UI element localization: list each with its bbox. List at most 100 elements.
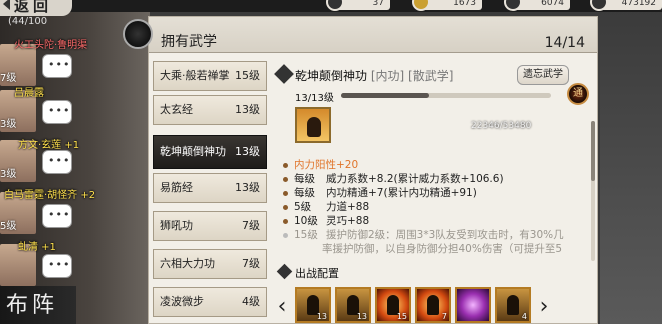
background-right — [600, 0, 662, 324]
character-icon — [427, 295, 439, 315]
forget-skill-button[interactable]: 遗忘武学 — [517, 65, 569, 85]
skill-list-item[interactable]: 大乘·般若禅掌 15级 — [153, 61, 267, 91]
bullet-icon — [283, 190, 288, 196]
skill-list-item-selected[interactable]: 乾坤颠倒神功 13级 — [153, 135, 267, 169]
member-level: 3级 — [0, 169, 17, 180]
resource-2: 1673 — [412, 0, 482, 11]
team-count: (44/100 — [8, 16, 48, 27]
skill-title: 乾坤颠倒神功 [内功] [散武学] — [295, 67, 453, 84]
scrollbar[interactable] — [591, 121, 595, 261]
chevron-right-icon[interactable]: › — [537, 293, 551, 323]
resource-3: 6074 — [504, 0, 570, 11]
chevron-left-icon[interactable]: ‹ — [275, 293, 289, 323]
attribute-level: 15级 — [294, 229, 318, 241]
skill-name: 太玄经 — [160, 103, 193, 116]
attribute-row-continued: 率援护防御，以自身防御分担40%伤害（可提升至5 — [322, 241, 562, 256]
attribute-level: 5级 — [294, 201, 312, 213]
formation-button[interactable]: 布阵 — [0, 286, 76, 324]
attribute-row: 内力阳性+20 — [283, 157, 358, 172]
diamond-toggle-icon[interactable] — [276, 263, 293, 280]
exp-progress-bar: 22346/53480 — [341, 93, 551, 131]
chat-icon[interactable] — [42, 254, 72, 278]
skill-image — [295, 107, 331, 143]
skill-level: 13级 — [235, 181, 260, 194]
skill-name: 狮吼功 — [160, 219, 193, 232]
attribute-row: 每级 内功精通+7(累计内功精通+91) — [283, 185, 477, 200]
member-level: 3级 — [0, 119, 17, 130]
skill-level: 13级 — [235, 145, 260, 158]
back-label: 返回 — [14, 0, 53, 15]
attribute-text: 率援护防御，以自身防御分担40%伤害（可提升至5 — [322, 243, 563, 255]
skill-level: 13级 — [235, 103, 260, 116]
skill-tags: [内功] [散武学] — [370, 69, 454, 83]
attribute-level: 10级 — [294, 215, 318, 227]
attribute-row: 10级 灵巧+88 — [283, 213, 369, 228]
skill-list-item[interactable]: 六相大力功 7级 — [153, 249, 267, 279]
skill-level: 4级 — [242, 295, 260, 308]
chat-icon[interactable] — [42, 54, 72, 78]
deploy-config-label: 出战配置 — [295, 267, 339, 280]
character-icon — [507, 295, 519, 315]
back-button[interactable]: 返回 — [0, 0, 72, 16]
attribute-text: 内功精通+7(累计内功精通+91) — [326, 187, 477, 199]
panel-title: 拥有武学 — [161, 34, 217, 50]
transcend-icon[interactable]: 通 — [567, 83, 589, 105]
member-level: 7级 — [0, 73, 17, 84]
deploy-slot[interactable]: 13 — [335, 287, 371, 323]
skill-list-item[interactable]: 太玄经 13级 — [153, 95, 267, 125]
meditating-figure-icon — [307, 117, 321, 137]
slot-level: 15 — [396, 312, 407, 321]
resource-1-value: 37 — [372, 0, 384, 8]
member-name-2: 吕晨露 — [14, 88, 44, 99]
deploy-slot[interactable]: 7 — [415, 287, 451, 323]
attribute-text: 力道+88 — [326, 201, 370, 213]
attribute-row: 15级 援护防御2级：周围3*3队友受到攻击时，有30%几 — [283, 227, 564, 242]
attribute-row: 5级 力道+88 — [283, 199, 369, 214]
skill-name: 凌波微步 — [160, 295, 204, 308]
skill-title-name: 乾坤颠倒神功 — [295, 69, 368, 83]
chat-icon[interactable] — [42, 204, 72, 228]
scrollbar-thumb[interactable] — [591, 121, 595, 181]
attribute-text: 内力阳性+20 — [294, 159, 359, 171]
attribute-row: 每级 威力系数+8.2(累计威力系数+106.6) — [283, 171, 504, 186]
slot-level: 13 — [356, 312, 367, 321]
resource-4: 473192 — [590, 0, 662, 11]
member-name-3: 方文·玄莲 +1 — [18, 140, 80, 151]
deploy-slot[interactable]: 15 — [375, 287, 411, 323]
slot-level: 13 — [316, 312, 327, 321]
martial-arts-panel: 拥有武学 14/14 大乘·般若禅掌 15级 太玄经 13级 乾坤颠倒神功 13… — [123, 16, 598, 324]
skill-list-item[interactable]: 凌波微步 4级 — [153, 287, 267, 317]
skill-level: 7级 — [242, 257, 260, 270]
chat-icon[interactable] — [42, 100, 72, 124]
exp-progress-value: 22346/53480 — [471, 121, 532, 131]
diamond-toggle-icon[interactable] — [274, 64, 294, 84]
member-name-4: 白马雷霆·胡怪齐 +2 — [4, 190, 96, 201]
skill-count: 14/14 — [544, 35, 585, 51]
resource-4-value: 473192 — [621, 0, 656, 8]
deploy-slot[interactable]: 4 — [495, 287, 531, 323]
panel-header: 拥有武学 14/14 — [123, 17, 597, 53]
bullet-icon — [283, 204, 288, 210]
bullet-icon — [283, 232, 288, 238]
member-name-1: 火工头陀·鲁明渠 — [14, 40, 88, 51]
skill-level: 7级 — [242, 219, 260, 232]
attribute-text: 灵巧+88 — [326, 215, 370, 227]
skill-list-item[interactable]: 易筋经 13级 — [153, 173, 267, 203]
resource-1: 37 — [326, 0, 390, 11]
chat-icon[interactable] — [42, 150, 72, 174]
attribute-text: 援护防御2级：周围3*3队友受到攻击时，有30%几 — [326, 229, 564, 241]
skill-name: 六相大力功 — [160, 257, 215, 270]
back-arrow-icon — [0, 0, 10, 10]
bullet-icon — [283, 176, 288, 182]
skill-detail: 乾坤颠倒神功 [内功] [散武学] 遗忘武学 13/13级 22346/5348… — [273, 61, 597, 323]
member-name-5: 虬清 +1 — [18, 242, 56, 253]
skill-name: 大乘·般若禅掌 — [160, 69, 230, 82]
resource-2-value: 1673 — [453, 0, 476, 8]
deploy-slot[interactable] — [455, 287, 491, 323]
skill-list-item[interactable]: 狮吼功 7级 — [153, 211, 267, 241]
skill-name: 易筋经 — [160, 181, 193, 194]
ink-emblem-icon — [123, 19, 153, 49]
attribute-text: 威力系数+8.2(累计威力系数+106.6) — [326, 173, 504, 185]
exp-progress-fill — [341, 93, 430, 98]
deploy-slot[interactable]: 13 — [295, 287, 331, 323]
